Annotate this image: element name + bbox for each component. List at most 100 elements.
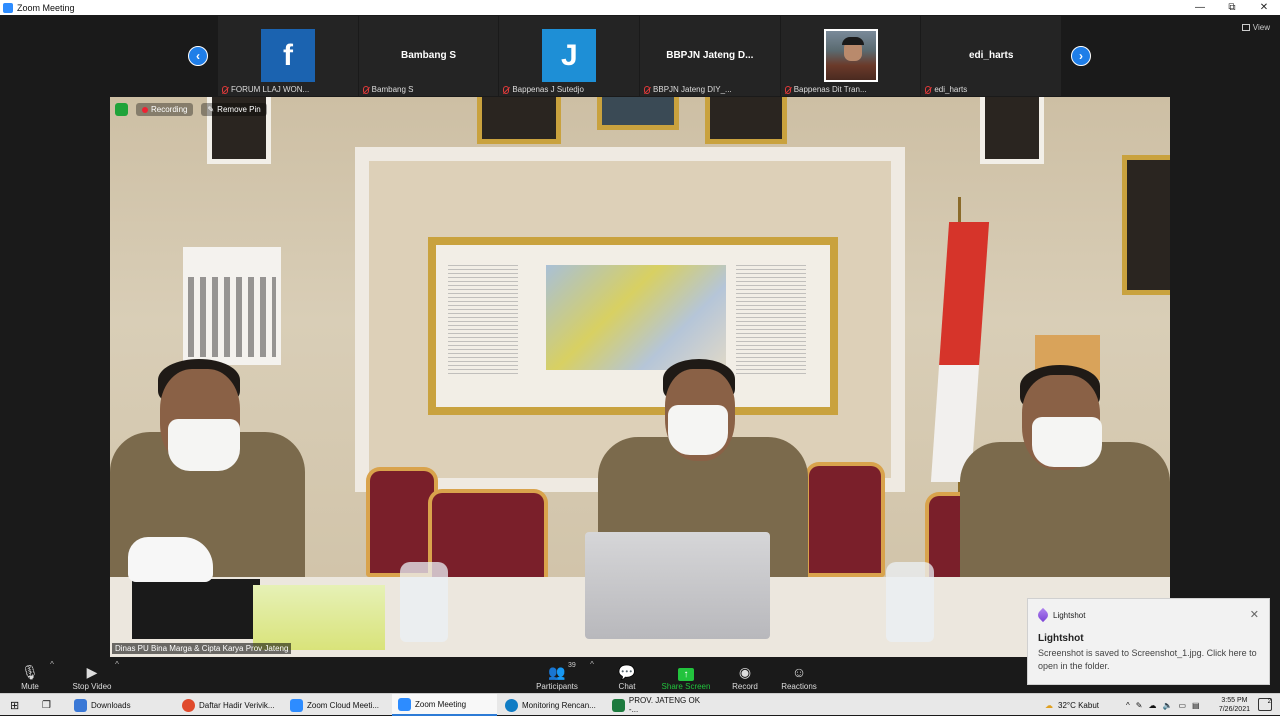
security-shield-icon xyxy=(115,103,128,116)
video-status-badges: Recording ✎ Remove Pin xyxy=(115,103,267,116)
share-screen-label: Share Screen xyxy=(661,682,711,691)
tissue xyxy=(128,537,213,582)
weather-widget[interactable]: ☁ 32°C Kabut xyxy=(1045,694,1099,716)
video-options-caret[interactable]: ^ xyxy=(87,660,147,669)
wall-calendar xyxy=(183,247,281,365)
view-button[interactable]: View xyxy=(1241,23,1270,32)
participant-tile[interactable]: BBPJN Jateng D... BBPJN Jateng DIY_... xyxy=(640,16,781,96)
close-window-button[interactable]: ✕ xyxy=(1248,0,1280,15)
participant-name: edi_harts xyxy=(934,85,968,94)
downloads-icon xyxy=(74,698,87,712)
taskbar-item-active[interactable]: Zoom Meeting xyxy=(392,694,497,716)
main-video[interactable]: Recording ✎ Remove Pin Dinas PU Bina Marg… xyxy=(110,97,1170,657)
toast-close-button[interactable]: ✕ xyxy=(1250,608,1259,621)
recording-indicator[interactable]: Recording xyxy=(136,103,194,116)
stop-video-label: Stop Video xyxy=(72,682,112,691)
toast-header: Lightshot xyxy=(1035,607,1086,623)
share-screen-button[interactable]: ↑ Share Screen xyxy=(656,662,716,691)
letter-avatar: J xyxy=(542,29,597,82)
taskbar-item[interactable]: PROV. JATENG OK -... xyxy=(606,694,711,716)
windows-taskbar: ⊞ ❐ Downloads Daftar Hadir Verivik... Zo… xyxy=(0,693,1280,716)
reactions-label: Reactions xyxy=(781,682,817,691)
lightshot-notification[interactable]: Lightshot ✕ Lightshot Screenshot is save… xyxy=(1027,598,1270,685)
participant-name: FORUM LLAJ WON... xyxy=(231,85,310,94)
zoom-app: View ‹ › f FORUM LLAJ WON... Bambang S B… xyxy=(0,15,1280,708)
participant-tile[interactable]: Bambang S Bambang S xyxy=(358,16,500,96)
mic-muted-icon xyxy=(925,85,932,94)
participant-name: Bappenas J Sutedjo xyxy=(512,85,584,94)
facebook-avatar: f xyxy=(261,29,315,82)
record-button[interactable]: ◉ Record xyxy=(715,662,775,691)
participant-label: FORUM LLAJ WON... xyxy=(222,85,309,94)
map-text-column xyxy=(448,265,518,375)
maximize-button[interactable]: ⧉ xyxy=(1216,0,1248,15)
recording-label: Recording xyxy=(151,105,188,114)
wall-portrait xyxy=(705,97,787,144)
gallery-next-button[interactable]: › xyxy=(1071,46,1091,66)
participant-display-name: edi_harts xyxy=(968,50,1014,61)
speaker-icon[interactable]: 🔈 xyxy=(1162,701,1172,710)
wall-portrait xyxy=(1122,155,1170,295)
window-title: Zoom Meeting xyxy=(17,2,75,13)
start-button[interactable]: ⊞ xyxy=(4,694,26,716)
toast-message[interactable]: Screenshot is saved to Screenshot_1.jpg.… xyxy=(1038,647,1258,673)
participant-label: edi_harts xyxy=(925,85,967,94)
chat-icon: 💬 xyxy=(618,664,636,680)
task-view-button[interactable]: ❐ xyxy=(36,694,58,716)
remove-pin-button[interactable]: ✎ Remove Pin xyxy=(201,103,267,116)
sanitizer-bottle xyxy=(886,562,934,642)
mic-muted-icon xyxy=(362,85,369,94)
zoom-logo-icon xyxy=(3,2,13,13)
windows-logo-icon: ⊞ xyxy=(10,699,20,712)
network-icon[interactable]: ▭ xyxy=(1178,701,1186,710)
participant-tile[interactable]: J Bappenas J Sutedjo xyxy=(499,16,641,96)
pen-icon[interactable]: ✎ xyxy=(1136,701,1143,710)
participant-gallery: f FORUM LLAJ WON... Bambang S Bambang S … xyxy=(218,16,1063,96)
participant-tile[interactable]: f FORUM LLAJ WON... xyxy=(218,16,359,96)
toast-app-name: Lightshot xyxy=(1053,610,1086,620)
clock-time: 3:55 PM xyxy=(1221,697,1248,704)
participant-tile[interactable]: edi_harts edi_harts xyxy=(921,16,1063,96)
pin-icon: ✎ xyxy=(207,105,215,114)
participant-label: Bambang S xyxy=(362,85,413,94)
wall-portrait xyxy=(980,97,1044,164)
reactions-button[interactable]: ☺ Reactions xyxy=(769,662,829,691)
gallery-prev-button[interactable]: ‹ xyxy=(188,46,208,66)
participant-display-name: BBPJN Jateng D... xyxy=(666,50,754,61)
window-titlebar: Zoom Meeting — ⧉ ✕ xyxy=(0,0,1280,15)
taskbar-item[interactable]: Monitoring Rencan... xyxy=(499,694,604,716)
taskbar-item[interactable]: Downloads xyxy=(68,694,173,716)
taskbar-item[interactable]: Zoom Cloud Meeti... xyxy=(284,694,389,716)
taskbar-item-label: Daftar Hadir Verivik... xyxy=(199,700,275,710)
ime-icon[interactable]: ▤ xyxy=(1192,701,1200,710)
cloud-icon[interactable]: ☁ xyxy=(1148,701,1156,710)
taskbar-item[interactable]: Daftar Hadir Verivik... xyxy=(176,694,281,716)
taskbar-clock[interactable]: 3:55 PM 7/26/2021 xyxy=(1219,696,1250,714)
participant-label: BBPJN Jateng DIY_... xyxy=(644,85,732,94)
lightshot-feather-icon xyxy=(1035,607,1051,623)
sanitizer-bottle xyxy=(400,562,448,642)
wall-portrait xyxy=(477,97,561,144)
map-text-column xyxy=(736,265,806,375)
minimize-button[interactable]: — xyxy=(1184,0,1216,15)
participant-display-name: Bambang S xyxy=(401,50,457,61)
notification-center-button[interactable]: 2 xyxy=(1258,698,1272,711)
participant-tile[interactable]: Bappenas Dit Tran... xyxy=(780,16,922,96)
mic-muted-icon xyxy=(222,85,228,94)
taskbar-item-label: Downloads xyxy=(91,700,131,710)
mask-box xyxy=(253,585,385,650)
tray-expand-icon[interactable]: ^ xyxy=(1126,701,1130,710)
remove-pin-label: Remove Pin xyxy=(217,105,261,114)
clock-date: 7/26/2021 xyxy=(1218,706,1250,713)
mic-muted-icon xyxy=(784,85,791,94)
mic-muted-icon xyxy=(644,85,651,94)
calendar-dates xyxy=(188,277,276,357)
participants-label: Participants xyxy=(536,682,578,691)
taskbar-item-label: PROV. JATENG OK -... xyxy=(628,696,701,714)
chat-button[interactable]: 💬 Chat xyxy=(597,662,657,691)
speaker-name-tag: Dinas PU Bina Marga & Cipta Karya Prov J… xyxy=(112,643,292,654)
laptop xyxy=(585,532,770,639)
participant-name: BBPJN Jateng DIY_... xyxy=(653,85,732,94)
weather-haze-icon: ☁ xyxy=(1045,700,1053,710)
chair xyxy=(805,462,885,577)
